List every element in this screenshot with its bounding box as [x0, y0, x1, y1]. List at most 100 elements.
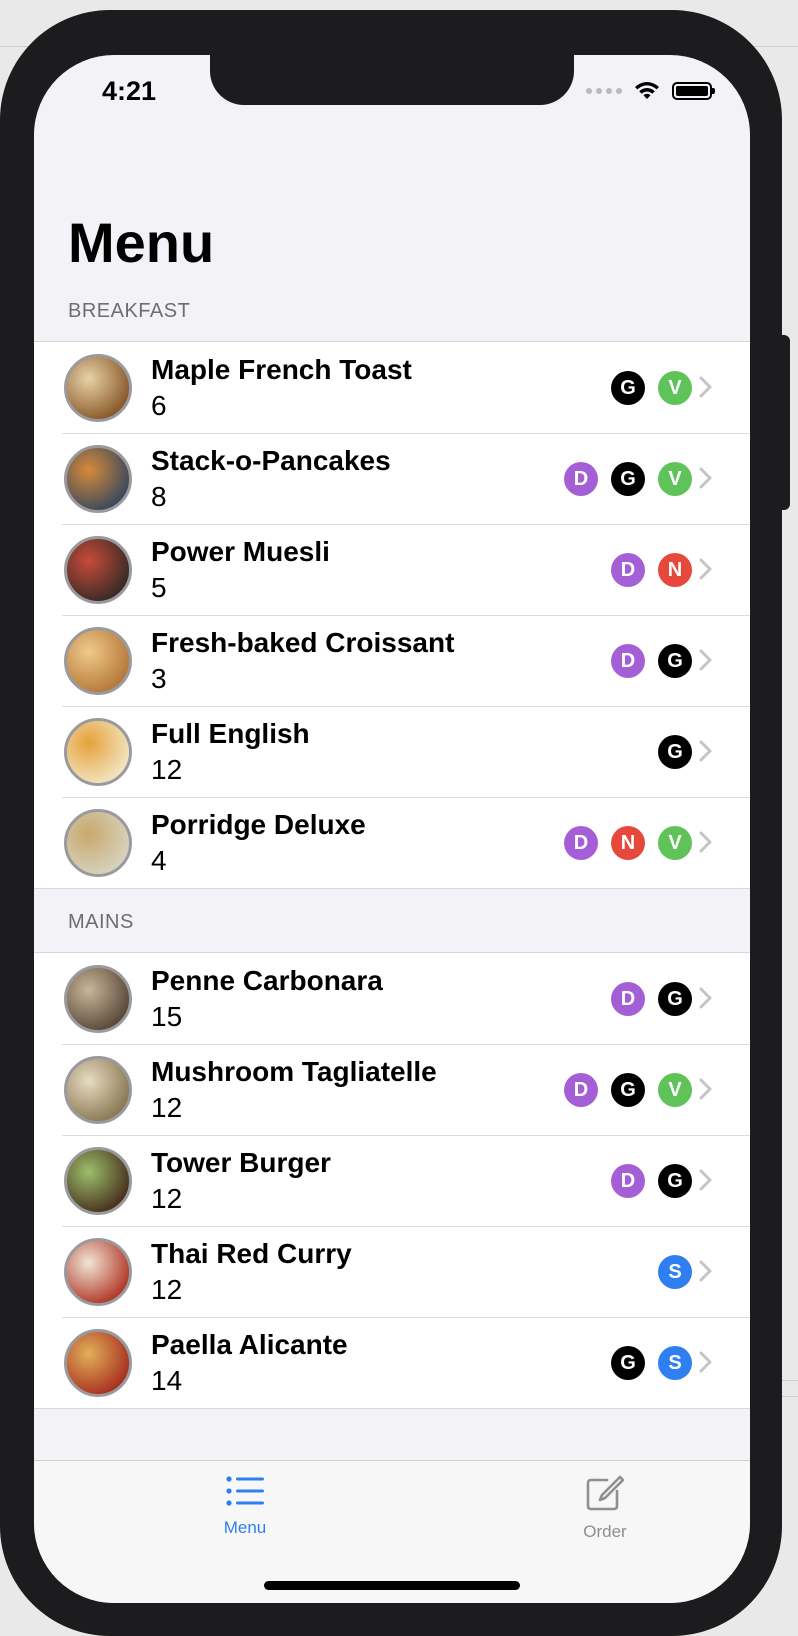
tab-menu-label: Menu — [223, 1518, 267, 1537]
menu-item-row[interactable]: Full English 12 G — [34, 706, 750, 797]
menu-item-row[interactable]: Porridge Deluxe 4 D N V — [34, 797, 750, 888]
dietary-badge: G — [658, 982, 692, 1016]
notch — [210, 55, 574, 105]
chevron-right-icon — [699, 558, 712, 580]
cellular-signal-icon — [586, 88, 622, 94]
item-name: Penne Carbonara — [151, 965, 383, 996]
tab-order-label: Order — [583, 1522, 627, 1541]
menu-item-row[interactable]: Paella Alicante 14 G S — [34, 1317, 750, 1408]
item-name: Porridge Deluxe — [151, 809, 366, 840]
dietary-badge: D — [611, 553, 645, 587]
dietary-badge: G — [658, 644, 692, 678]
menu-section: Penne Carbonara 15 D G Mushroom Tagliatelle 1… — [34, 952, 750, 1409]
item-name: Paella Alicante — [151, 1329, 348, 1360]
item-name: Thai Red Curry — [151, 1238, 352, 1269]
dietary-tags: GV — [611, 371, 692, 405]
dietary-tags: DG — [611, 1164, 692, 1198]
food-thumbnail — [64, 1328, 132, 1397]
item-price: 15 — [151, 1001, 183, 1032]
dietary-badge: D — [611, 982, 645, 1016]
item-name: Maple French Toast — [151, 354, 412, 385]
chevron-right-icon — [699, 649, 712, 671]
item-price: 3 — [151, 663, 167, 694]
food-thumbnail — [64, 1146, 132, 1215]
dietary-tags: DN — [611, 553, 692, 587]
dietary-tags: DNV — [564, 826, 692, 860]
dietary-badge: G — [658, 735, 692, 769]
status-time: 4:21 — [102, 76, 157, 106]
section-header: BREAKFAST — [68, 300, 191, 322]
item-price: 8 — [151, 481, 167, 512]
item-price: 12 — [151, 1183, 183, 1214]
dietary-badge: V — [658, 1073, 692, 1107]
dietary-badge: D — [564, 462, 598, 496]
chevron-right-icon — [699, 1260, 712, 1282]
dietary-badge: V — [658, 371, 692, 405]
chevron-right-icon — [699, 376, 712, 398]
food-thumbnail — [64, 626, 132, 695]
item-name: Stack-o-Pancakes — [151, 445, 391, 476]
dietary-badge: N — [658, 553, 692, 587]
food-thumbnail — [64, 1237, 132, 1306]
food-thumbnail — [64, 1055, 132, 1124]
dietary-badge: D — [611, 644, 645, 678]
dietary-tags: GS — [611, 1346, 692, 1380]
menu-item-row[interactable]: Stack-o-Pancakes 8 D G V — [34, 433, 750, 524]
dietary-badge: G — [658, 1164, 692, 1198]
menu-section: Maple French Toast 6 G V Stack-o-Pancakes 8 D G… — [34, 341, 750, 889]
food-thumbnail — [64, 353, 132, 422]
dietary-tags: DGV — [564, 462, 692, 496]
item-name: Power Muesli — [151, 536, 330, 567]
dietary-tags: DG — [611, 982, 692, 1016]
food-thumbnail — [64, 535, 132, 604]
list-icon — [226, 1476, 264, 1506]
chevron-right-icon — [699, 831, 712, 853]
menu-item-row[interactable]: Fresh-baked Croissant 3 D G — [34, 615, 750, 706]
food-thumbnail — [64, 717, 132, 786]
dietary-badge: D — [611, 1164, 645, 1198]
dietary-badge: D — [564, 1073, 598, 1107]
dietary-badge: D — [564, 826, 598, 860]
food-thumbnail — [64, 444, 132, 513]
dietary-badge: V — [658, 462, 692, 496]
chevron-right-icon — [699, 1351, 712, 1373]
dietary-badge: G — [611, 1346, 645, 1380]
chevron-right-icon — [699, 467, 712, 489]
battery-icon — [672, 82, 715, 100]
item-price: 6 — [151, 390, 167, 421]
chevron-right-icon — [699, 740, 712, 762]
dietary-tags: S — [658, 1255, 692, 1289]
item-name: Tower Burger — [151, 1147, 331, 1178]
tab-order[interactable]: Order — [545, 1475, 665, 1542]
phone-frame: 4:21 Menu BREAKFAST Maple French Toast 6 G V… — [0, 10, 790, 1636]
dietary-badge: N — [611, 826, 645, 860]
wifi-icon — [635, 82, 659, 99]
dietary-badge: G — [611, 462, 645, 496]
dietary-badge: G — [611, 1073, 645, 1107]
food-thumbnail — [64, 964, 132, 1033]
menu-item-row[interactable]: Mushroom Tagliatelle 12 D G V — [34, 1044, 750, 1135]
item-name: Mushroom Tagliatelle — [151, 1056, 437, 1087]
dietary-tags: DG — [611, 644, 692, 678]
item-price: 5 — [151, 572, 167, 603]
item-price: 12 — [151, 1274, 183, 1305]
menu-item-row[interactable]: Maple French Toast 6 G V — [34, 342, 750, 433]
page-title: Menu — [68, 211, 215, 274]
menu-item-row[interactable]: Tower Burger 12 D G — [34, 1135, 750, 1226]
home-indicator — [264, 1581, 520, 1590]
menu-item-row[interactable]: Thai Red Curry 12 S — [34, 1226, 750, 1317]
chevron-right-icon — [699, 1169, 712, 1191]
dietary-badge: V — [658, 826, 692, 860]
status-indicators — [586, 81, 715, 101]
menu-item-row[interactable]: Penne Carbonara 15 D G — [34, 953, 750, 1044]
dietary-badge: G — [611, 371, 645, 405]
chevron-right-icon — [699, 1078, 712, 1100]
menu-item-row[interactable]: Power Muesli 5 D N — [34, 524, 750, 615]
item-price: 12 — [151, 754, 183, 785]
dietary-badge: S — [658, 1255, 692, 1289]
item-price: 4 — [151, 845, 167, 876]
item-price: 12 — [151, 1092, 183, 1123]
tab-menu[interactable]: Menu — [185, 1475, 305, 1538]
compose-icon — [586, 1475, 625, 1511]
item-name: Full English — [151, 718, 310, 749]
